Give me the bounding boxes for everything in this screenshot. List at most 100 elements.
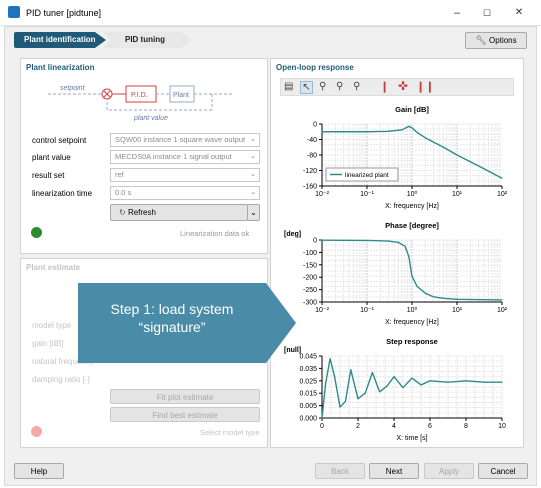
pointer-icon[interactable]: ↖ (300, 81, 313, 94)
x-tick-label: 10⁻¹ (360, 191, 374, 198)
x-tick-label: 6 (428, 423, 432, 430)
linearization-time-select[interactable]: 0.0 s ⌄ (110, 186, 260, 200)
zoom-in-icon[interactable]: ⚲ (336, 81, 343, 92)
data-point (393, 376, 395, 378)
x-tick-label: 10 (498, 423, 506, 430)
legend-label: linearized plant (345, 172, 389, 179)
linearization-status-text: Linearization data ok (180, 229, 250, 238)
x-tick-label: 10⁻¹ (360, 307, 374, 314)
plant-value-select[interactable]: MECDS0A instance 1 signal output ⌄ (110, 150, 260, 164)
crosshair-icon[interactable]: ✜ (398, 79, 408, 93)
data-point (334, 376, 336, 378)
plant-value-label: plant value (133, 115, 168, 122)
result-set-select[interactable]: ref ⌄ (110, 168, 260, 182)
y-tick-label: 0.035 (299, 366, 317, 373)
zoom-icon[interactable]: ⚲ (319, 81, 326, 92)
step-pid-tuning[interactable]: PID tuning (103, 32, 191, 48)
chevron-down-icon: ⌄ (250, 171, 256, 178)
chevron-down-icon: ⌄ (250, 208, 257, 217)
x-tick-label: 10² (497, 307, 508, 314)
x-axis-label: X: time [s] (396, 435, 427, 442)
plot-toolbar (280, 78, 514, 96)
control-setpoint-select[interactable]: SQW00 instance 1 square wave output ⌄ (110, 133, 260, 147)
data-point (379, 391, 381, 393)
data-point (456, 154, 458, 156)
data-point (339, 406, 341, 408)
control-loop-diagram: setpoint P.I.D. Plant plant value (48, 85, 232, 122)
data-point (456, 298, 458, 300)
minimize-button[interactable]: – (444, 4, 470, 22)
apply-button[interactable]: Apply (424, 463, 474, 479)
data-point (432, 296, 435, 298)
y-tick-label: 0 (313, 122, 317, 129)
result-set-label: result set (32, 171, 65, 180)
help-button[interactable]: Help (14, 463, 64, 479)
refresh-icon: ↻ (119, 208, 126, 217)
chart-title: Step response (386, 337, 438, 346)
linearization-time-label: linearization time (32, 189, 93, 198)
step-response-chart[interactable]: Step response[null]0 2 4 6 8 100.0450.0350.02… (280, 332, 514, 444)
plant-estimate-title: Plant estimate (26, 263, 81, 272)
chevron-down-icon: ⌄ (250, 189, 256, 196)
damping-ratio-label: damping ratio [-] (32, 375, 90, 384)
data-point (397, 241, 400, 244)
x-tick-label: 10¹ (452, 307, 463, 314)
dual-cursor-icon[interactable]: ❙❙ (416, 80, 434, 93)
refresh-label: Refresh (127, 208, 156, 217)
x-tick-label: 10⁰ (407, 306, 418, 314)
chevron-down-icon: ⌄ (250, 153, 256, 160)
next-button[interactable]: Next (369, 463, 419, 479)
data-point (325, 382, 327, 385)
plant-value-field-label: plant value (32, 153, 71, 162)
data-point (424, 137, 427, 139)
x-tick-label: 2 (356, 423, 360, 430)
estimate-status-indicator (31, 426, 42, 437)
chart-title: Gain [dB] (395, 105, 429, 114)
step-plant-identification[interactable]: Plant identification (14, 32, 106, 48)
find-best-estimate-button[interactable]: Find best estimate (110, 407, 260, 422)
fit-plot-estimate-button[interactable]: Fit plot estimate (110, 389, 260, 404)
x-tick-label: 10⁰ (407, 190, 418, 198)
callout-line-1: Step 1: load system (110, 301, 234, 317)
y-tick-label: -160 (303, 184, 317, 191)
gain-chart[interactable]: Gain [dB] 10⁻² 10⁻¹ 10⁰ 10¹ 10² 0 -40 -80 -120 -16… (280, 100, 514, 212)
data-point (366, 239, 368, 242)
zoom-out-icon[interactable]: ⚲ (353, 81, 360, 92)
y-tick-label: 0.045 (299, 354, 317, 361)
options-button[interactable]: 🔧︎ Options (465, 32, 527, 49)
back-button[interactable]: Back (315, 463, 365, 479)
close-button[interactable]: ✕ (506, 4, 532, 22)
y-tick-label: -100 (303, 250, 317, 257)
data-point (321, 239, 323, 241)
data-point (416, 131, 418, 134)
y-axis-label: [deg] (284, 231, 301, 238)
estimate-status-text: Select model type (200, 428, 260, 437)
refresh-button[interactable]: ↻ Refresh (110, 204, 248, 221)
open-loop-title: Open-loop response (276, 63, 354, 72)
data-point (371, 371, 373, 374)
cancel-button[interactable]: Cancel (478, 463, 528, 479)
data-point (442, 146, 445, 148)
cursor-icon[interactable]: ❙ (380, 80, 389, 93)
y-tick-label: -200 (303, 275, 317, 282)
data-point (408, 125, 410, 127)
y-tick-label: -250 (303, 287, 317, 294)
plant-block-label: Plant (173, 92, 189, 99)
plant-linearization-title: Plant linearization (26, 63, 95, 72)
data-point (321, 417, 323, 419)
data-point (442, 297, 445, 299)
setpoint-label: setpoint (60, 85, 86, 92)
maximize-button[interactable]: ☐ (474, 4, 500, 22)
refresh-dropdown-button[interactable]: ⌄ (247, 204, 260, 221)
app-icon (8, 6, 20, 18)
options-label: Options (489, 36, 517, 45)
step-callout: Step 1: load system “signature” (78, 283, 266, 363)
x-axis-label: X: frequency [Hz] (385, 203, 439, 210)
data-point (408, 255, 410, 258)
y-tick-label: 0.005 (299, 403, 317, 410)
data-point (416, 285, 418, 288)
table-icon[interactable]: ▤ (284, 81, 293, 92)
data-point (401, 129, 403, 131)
callout-line-2: “signature” (138, 319, 206, 335)
phase-chart[interactable]: Phase [degree] [deg] 10⁻² 10⁻¹ 10⁰ 10¹ 10² 0 -10… (280, 216, 514, 328)
